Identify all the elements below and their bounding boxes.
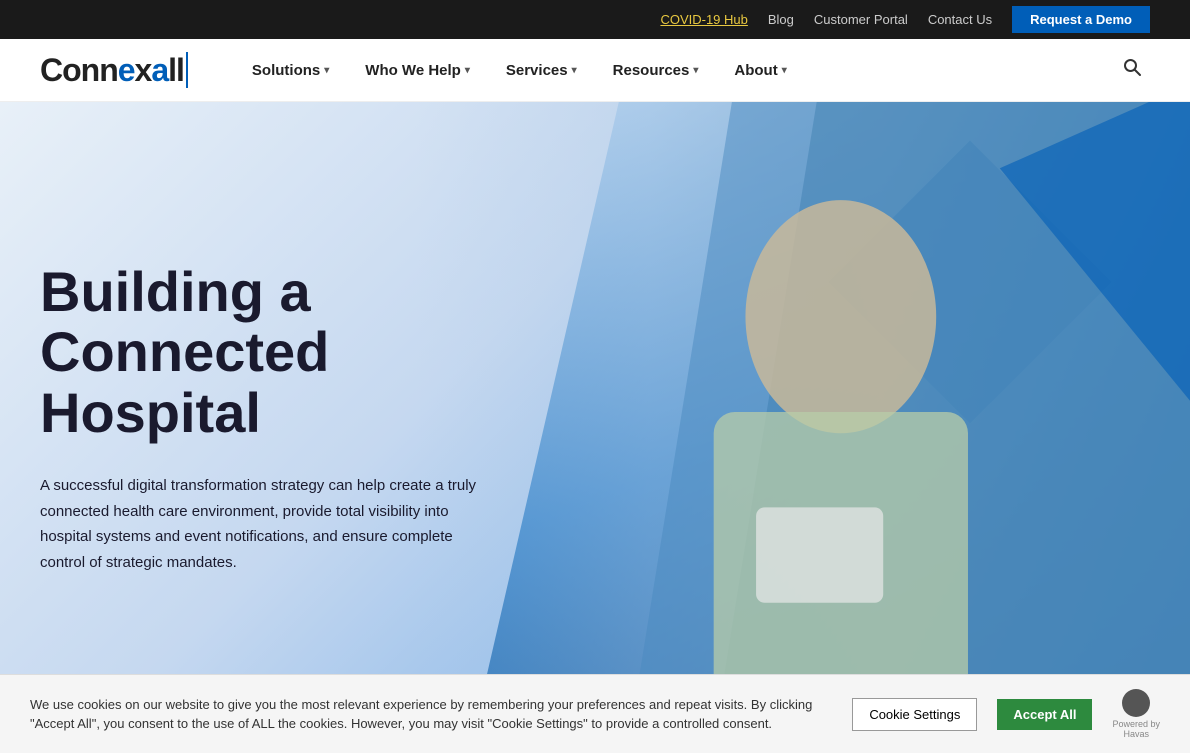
- nav-items: Solutions ▾ Who We Help ▾ Services ▾ Res…: [238, 52, 1114, 89]
- logo-text-connexall: Conn: [40, 52, 118, 88]
- customer-portal-link[interactable]: Customer Portal: [814, 12, 908, 27]
- cookie-logo-icon: [1122, 689, 1150, 717]
- cookie-settings-button[interactable]: Cookie Settings: [852, 698, 977, 731]
- request-demo-button[interactable]: Request a Demo: [1012, 6, 1150, 33]
- covid-hub-link[interactable]: COVID-19 Hub: [660, 12, 747, 27]
- nav-item-resources[interactable]: Resources ▾: [599, 52, 713, 89]
- hero-subtitle: A successful digital transformation stra…: [40, 473, 500, 575]
- chevron-down-icon: ▾: [693, 65, 698, 76]
- logo[interactable]: Connexall: [40, 52, 188, 89]
- search-icon: [1122, 57, 1142, 77]
- blog-link[interactable]: Blog: [768, 12, 794, 27]
- cookie-powered-by: Powered by Havas: [1112, 689, 1160, 739]
- chevron-down-icon: ▾: [465, 65, 470, 76]
- hero-section: Building a Connected Hospital A successf…: [0, 102, 1190, 722]
- cookie-banner: We use cookies on our website to give yo…: [0, 674, 1190, 753]
- hero-content: Building a Connected Hospital A successf…: [40, 262, 540, 575]
- top-bar: COVID-19 Hub Blog Customer Portal Contac…: [0, 0, 1190, 39]
- nav-item-about[interactable]: About ▾: [720, 52, 800, 89]
- chevron-down-icon: ▾: [324, 65, 329, 76]
- contact-us-link[interactable]: Contact Us: [928, 12, 992, 27]
- search-button[interactable]: [1114, 49, 1150, 91]
- cookie-text: We use cookies on our website to give yo…: [30, 695, 832, 734]
- main-nav: Connexall Solutions ▾ Who We Help ▾ Serv…: [0, 39, 1190, 102]
- nav-item-who-we-help[interactable]: Who We Help ▾: [351, 52, 484, 89]
- logo-accent-line: [186, 52, 188, 88]
- hero-title: Building a Connected Hospital: [40, 262, 540, 443]
- cookie-accept-button[interactable]: Accept All: [997, 699, 1092, 730]
- nav-item-services[interactable]: Services ▾: [492, 52, 591, 89]
- nav-item-solutions[interactable]: Solutions ▾: [238, 52, 343, 89]
- chevron-down-icon: ▾: [782, 65, 787, 76]
- chevron-down-icon: ▾: [572, 65, 577, 76]
